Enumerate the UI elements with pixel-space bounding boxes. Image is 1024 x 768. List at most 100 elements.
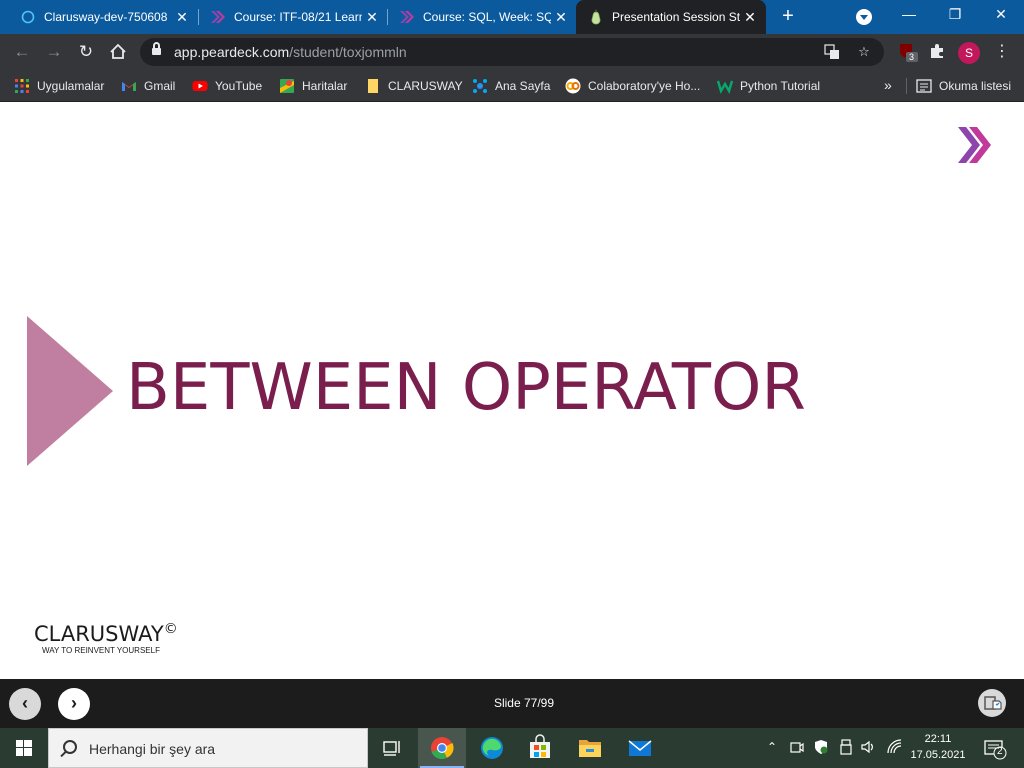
- maps-icon: [279, 78, 295, 94]
- extension-badge: 3: [909, 52, 915, 62]
- bookmark-label: YouTube: [215, 79, 263, 93]
- search-icon: [63, 740, 77, 754]
- tab-presentation-session[interactable]: Presentation Session St ✕: [576, 0, 766, 34]
- usb-device-icon[interactable]: [838, 738, 854, 756]
- copyright-mark: ©: [163, 621, 178, 637]
- colab-icon: [565, 78, 581, 94]
- bookmark-python-tutorial[interactable]: Python Tutorial: [716, 77, 821, 95]
- folder-icon: [365, 78, 381, 94]
- tab-title: Presentation Session St: [612, 10, 740, 24]
- browser-toolbar: ← → ↻ app.peardeck.com/student/toxjommln…: [0, 34, 1024, 70]
- clarusway-brand-logo: CLARUSWAY©: [34, 621, 178, 646]
- forward-button[interactable]: →: [42, 40, 66, 64]
- reading-list[interactable]: Okuma listesi: [916, 77, 1011, 95]
- tab-course-sql[interactable]: Course: SQL, Week: SQL ✕: [387, 0, 577, 34]
- bookmark-maps[interactable]: Haritalar: [279, 77, 347, 95]
- clarusway-chevron-icon: [210, 9, 226, 25]
- close-window-button[interactable]: ✕: [978, 0, 1024, 30]
- task-view-button[interactable]: [368, 728, 416, 768]
- home-button[interactable]: [106, 40, 130, 64]
- microsoft-store-taskbar-icon[interactable]: [516, 728, 564, 768]
- url-text: app.peardeck.com/student/toxjommln: [174, 44, 407, 60]
- apps-grid-icon: [14, 78, 30, 94]
- bookmark-apps[interactable]: Uygulamalar: [14, 77, 104, 95]
- windows-start-button[interactable]: [0, 728, 48, 768]
- bookmark-label: Ana Sayfa: [495, 79, 551, 93]
- close-tab-icon[interactable]: ✕: [362, 9, 382, 26]
- slide-triangle-decoration: [27, 316, 113, 466]
- restore-button[interactable]: ❐: [932, 0, 978, 30]
- file-explorer-taskbar-icon[interactable]: [566, 728, 614, 768]
- presentation-slide: BETWEEN OPERATOR CLARUSWAY© WAY TO REINV…: [0, 103, 1024, 679]
- bookmark-ana-sayfa[interactable]: Ana Sayfa: [472, 77, 550, 95]
- bookmark-label: Uygulamalar: [37, 79, 105, 93]
- slide-title: BETWEEN OPERATOR: [126, 351, 806, 425]
- reading-list-label: Okuma listesi: [939, 79, 1012, 93]
- close-tab-icon[interactable]: ✕: [172, 9, 192, 26]
- notification-count: 2: [997, 746, 1003, 757]
- bookmark-gmail[interactable]: Gmail: [121, 77, 175, 95]
- search-placeholder: Herhangi bir şey ara: [89, 741, 216, 757]
- security-shield-icon[interactable]: [813, 738, 829, 756]
- back-button[interactable]: ←: [10, 40, 34, 64]
- presentation-settings-button[interactable]: [978, 689, 1006, 717]
- address-bar[interactable]: app.peardeck.com/student/toxjommln ☆: [140, 38, 884, 66]
- next-slide-button[interactable]: ›: [58, 688, 90, 720]
- slide-counter: Slide 77/99: [493, 696, 555, 710]
- lock-icon[interactable]: [152, 42, 161, 57]
- bookmark-star-icon[interactable]: ☆: [856, 44, 872, 60]
- close-tab-icon[interactable]: ✕: [551, 9, 571, 26]
- tab-search-icon[interactable]: [856, 9, 872, 25]
- bookmark-label: Colaboratory'ye Ho...: [588, 79, 701, 93]
- brand-tagline: WAY TO REINVENT YOURSELF: [42, 646, 160, 655]
- taskbar-search-box[interactable]: Herhangi bir şey ara: [48, 728, 368, 768]
- clock-time: 22:11: [924, 733, 952, 745]
- edge-taskbar-icon[interactable]: [468, 728, 516, 768]
- puzzle-icon: [472, 78, 488, 94]
- extensions-puzzle-icon[interactable]: [928, 42, 948, 62]
- taskbar-clock[interactable]: 22:11 17.05.2021: [906, 731, 970, 763]
- bookmark-label: CLARUSWAY: [388, 79, 463, 93]
- peardeck-pear-icon: [588, 9, 604, 25]
- circle-icon: [20, 9, 36, 25]
- volume-icon[interactable]: [860, 738, 876, 756]
- w3-icon: [716, 78, 734, 95]
- bookmark-clarusway-folder[interactable]: CLARUSWAY: [365, 77, 463, 95]
- clarusway-chevron-logo: [956, 125, 994, 165]
- reload-button[interactable]: ↻: [74, 40, 98, 64]
- minimize-button[interactable]: —: [886, 0, 932, 30]
- bookmark-colab[interactable]: Colaboratory'ye Ho...: [565, 77, 700, 95]
- translate-icon[interactable]: [824, 44, 840, 60]
- new-tab-button[interactable]: +: [776, 4, 800, 28]
- youtube-icon: [192, 78, 208, 94]
- chrome-taskbar-icon[interactable]: [418, 728, 466, 768]
- tab-course-itf[interactable]: Course: ITF-08/21 Learn ✕: [198, 0, 388, 34]
- network-icon[interactable]: [886, 738, 902, 756]
- more-bookmarks-icon[interactable]: »: [884, 77, 892, 93]
- bookmark-label: Python Tutorial: [740, 79, 821, 93]
- close-tab-icon[interactable]: ✕: [740, 9, 760, 26]
- bookmark-divider: [906, 78, 907, 94]
- tab-clarusway-dev[interactable]: Clarusway-dev-750608 ✕: [8, 0, 198, 34]
- browser-menu-icon[interactable]: ⋮: [994, 42, 1010, 62]
- bookmarks-bar: Uygulamalar Gmail YouTube Haritalar CLAR…: [0, 70, 1024, 102]
- peardeck-control-bar: ‹ › Slide 77/99: [0, 679, 1024, 728]
- gmail-icon: [121, 78, 137, 94]
- bookmark-label: Haritalar: [302, 79, 348, 93]
- profile-avatar[interactable]: S: [958, 42, 980, 64]
- show-hidden-icons[interactable]: ⌃: [764, 738, 780, 756]
- bookmark-label: Gmail: [144, 79, 176, 93]
- notification-center-icon[interactable]: 2: [984, 738, 1008, 760]
- reading-list-icon: [916, 78, 932, 94]
- tab-title: Clarusway-dev-750608: [44, 10, 168, 24]
- clock-date: 17.05.2021: [910, 749, 966, 761]
- clarusway-chevron-icon: [399, 9, 415, 25]
- mail-taskbar-icon[interactable]: [616, 728, 664, 768]
- tab-strip: Clarusway-dev-750608 ✕ Course: ITF-08/21…: [0, 0, 1024, 34]
- ublock-extension-icon[interactable]: 3: [898, 42, 918, 62]
- meet-now-icon[interactable]: [789, 738, 805, 756]
- windows-taskbar: Herhangi bir şey ara ⌃ 22:11 17.05.2021 …: [0, 728, 1024, 768]
- bookmark-youtube[interactable]: YouTube: [192, 77, 262, 95]
- previous-slide-button[interactable]: ‹: [9, 688, 41, 720]
- tab-title: Course: SQL, Week: SQL: [423, 10, 551, 24]
